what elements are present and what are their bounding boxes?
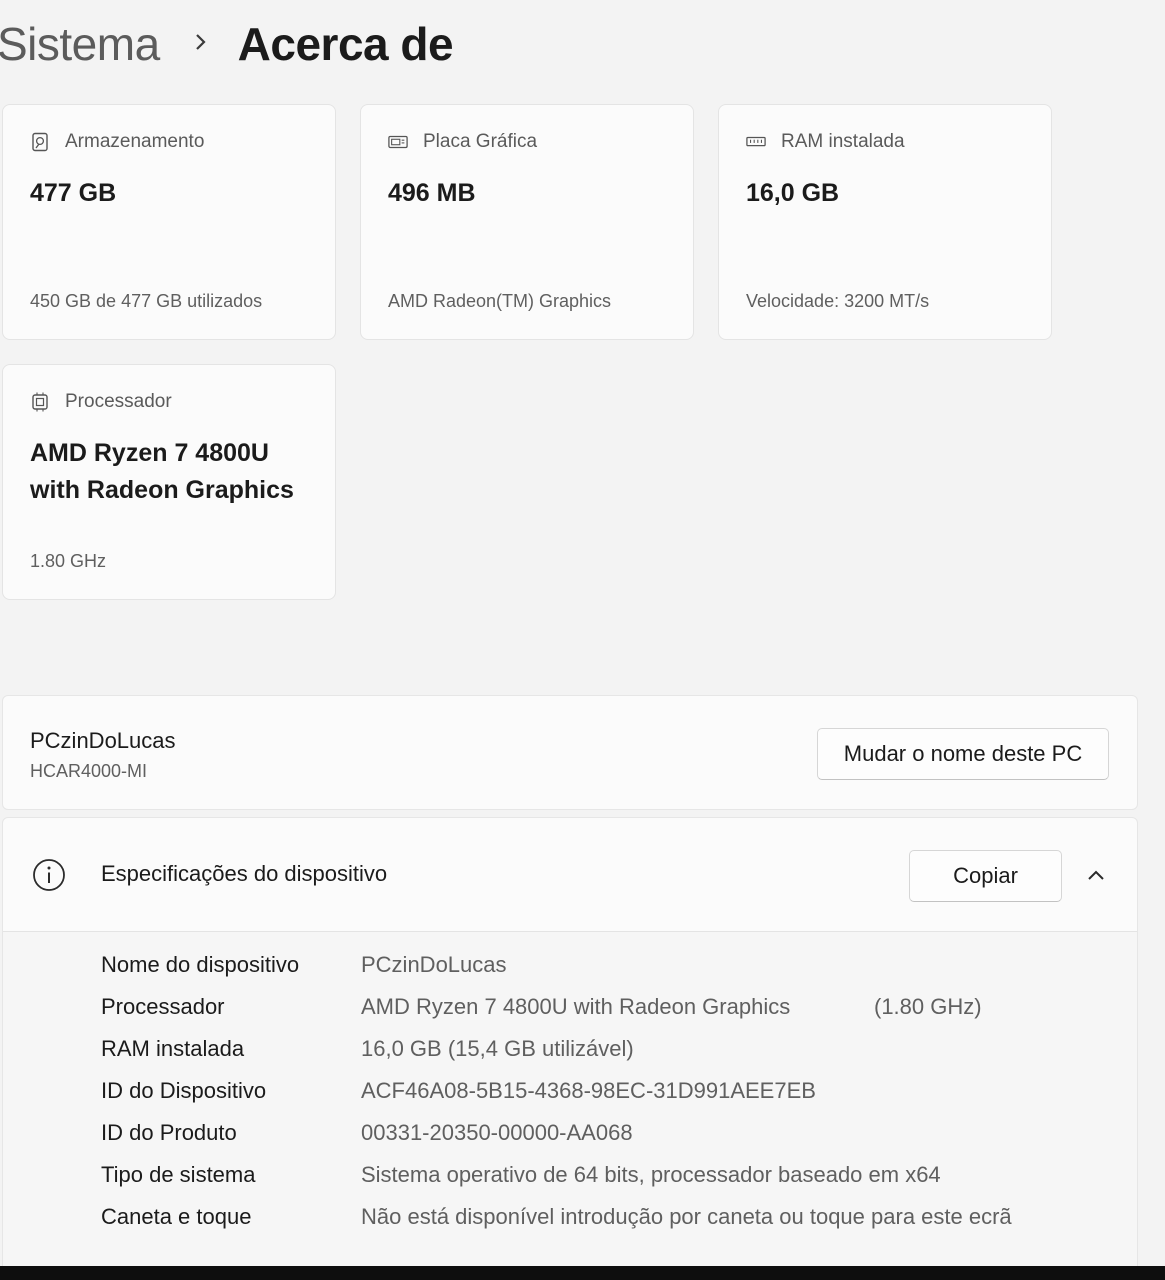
spec-value: PCzinDoLucas <box>361 952 507 977</box>
storage-card-header: Armazenamento <box>30 131 204 153</box>
breadcrumb-parent-sistema[interactable]: Sistema <box>0 17 160 71</box>
device-specs-title: Especificações do dispositivo <box>101 861 388 886</box>
spec-value-frequency: (1.80 GHz) <box>874 994 982 1019</box>
chevron-right-icon <box>186 27 216 62</box>
breadcrumb: Sistema Acerca de <box>0 14 454 74</box>
spec-label: Processador <box>101 994 225 1019</box>
spec-row-system-type: Tipo de sistema Sistema operativo de 64 … <box>101 1160 941 1190</box>
storage-card-value: 477 GB <box>30 179 117 207</box>
spec-label: ID do Produto <box>101 1120 237 1145</box>
ram-card-value: 16,0 GB <box>746 179 840 207</box>
processor-card-header: Processador <box>30 391 172 413</box>
copy-button[interactable]: Copiar <box>909 850 1062 902</box>
spec-row-device-id: ID do Dispositivo ACF46A08-5B15-4368-98E… <box>101 1076 816 1106</box>
ram-card-title: RAM instalada <box>781 131 905 152</box>
processor-icon <box>30 392 50 412</box>
spec-label: Caneta e toque <box>101 1204 252 1229</box>
spec-value: ACF46A08-5B15-4368-98EC-31D991AEE7EB <box>361 1078 816 1103</box>
graphics-card-header: Placa Gráfica <box>388 131 537 153</box>
graphics-card-icon <box>388 132 408 152</box>
ram-card-sub: Velocidade: 3200 MT/s <box>746 291 930 311</box>
pc-name-panel: PCzinDoLucas HCAR4000-MI Mudar o nome de… <box>2 695 1138 810</box>
spec-value: Não está disponível introdução por canet… <box>361 1204 1012 1229</box>
graphics-card-sub: AMD Radeon(TM) Graphics <box>388 291 612 311</box>
rename-pc-button[interactable]: Mudar o nome deste PC <box>817 728 1109 780</box>
storage-card-sub: 450 GB de 477 GB utilizados <box>30 291 263 311</box>
graphics-card[interactable]: Placa Gráfica 496 MB AMD Radeon(TM) Grap… <box>360 104 694 340</box>
ram-card-header: RAM instalada <box>746 131 905 153</box>
chevron-up-icon[interactable] <box>1080 860 1112 892</box>
page-title: Acerca de <box>237 18 454 70</box>
spec-row-ram: RAM instalada 16,0 GB (15,4 GB utilizáve… <box>101 1034 634 1064</box>
spec-label: Nome do dispositivo <box>101 952 300 977</box>
device-specs-list: Nome do dispositivo PCzinDoLucas Process… <box>3 932 1137 1276</box>
graphics-card-value: 496 MB <box>388 179 476 207</box>
taskbar-edge <box>0 1266 1165 1280</box>
spec-label: RAM instalada <box>101 1036 245 1061</box>
storage-icon <box>30 132 50 152</box>
device-specs-panel: Especificações do dispositivo Copiar Nom… <box>2 817 1138 1277</box>
storage-card[interactable]: Armazenamento 477 GB 450 GB de 477 GB ut… <box>2 104 336 340</box>
processor-card-title: Processador <box>65 391 172 412</box>
spec-label: ID do Dispositivo <box>101 1078 267 1103</box>
ram-card[interactable]: RAM instalada 16,0 GB Velocidade: 3200 M… <box>718 104 1052 340</box>
device-specs-header[interactable]: Especificações do dispositivo Copiar <box>3 818 1137 932</box>
spec-label: Tipo de sistema <box>101 1162 256 1187</box>
spec-row-pen-touch: Caneta e toque Não está disponível intro… <box>101 1202 1012 1232</box>
spec-row-device-name: Nome do dispositivo PCzinDoLucas <box>101 950 507 980</box>
storage-card-title: Armazenamento <box>65 131 205 152</box>
processor-card-sub: 1.80 GHz <box>30 551 107 571</box>
spec-value: 00331-20350-00000-AA068 <box>361 1120 633 1145</box>
spec-value: AMD Ryzen 7 4800U with Radeon Graphics <box>361 994 791 1019</box>
pc-model: HCAR4000-MI <box>30 761 148 781</box>
ram-icon <box>746 132 766 152</box>
spec-value: 16,0 GB (15,4 GB utilizável) <box>361 1036 634 1061</box>
spec-row-product-id: ID do Produto 00331-20350-00000-AA068 <box>101 1118 633 1148</box>
pc-name: PCzinDoLucas <box>30 728 176 753</box>
processor-card-value: AMD Ryzen 7 4800U with Radeon Graphics <box>30 439 294 504</box>
graphics-card-title: Placa Gráfica <box>423 131 538 152</box>
spec-row-processor: Processador AMD Ryzen 7 4800U with Radeo… <box>101 992 982 1022</box>
spec-value: Sistema operativo de 64 bits, processado… <box>361 1162 941 1187</box>
processor-card[interactable]: Processador AMD Ryzen 7 4800U with Radeo… <box>2 364 336 600</box>
info-icon <box>32 858 66 892</box>
